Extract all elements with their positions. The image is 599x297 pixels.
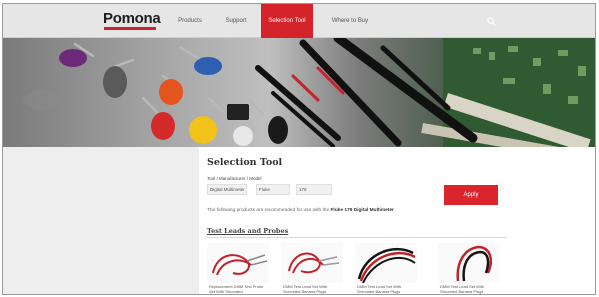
product-card[interactable]: Replacement DMM Test Probe Set With Shro…	[207, 243, 269, 294]
test-lead-set-image	[281, 243, 343, 283]
product-caption: Replacement DMM Test Probe Set With Shro…	[209, 284, 264, 294]
search-icon[interactable]	[487, 17, 496, 26]
probe-set-image	[207, 243, 269, 283]
site-header: Pomona Products Support Selection Tool W…	[3, 4, 595, 38]
logo-text: Pomona	[103, 10, 161, 27]
section-divider	[207, 237, 507, 238]
page-title: Selection Tool	[207, 157, 283, 168]
hero-banner-image	[3, 38, 595, 147]
product-caption: DMM Test Lead Set With Shrouded Banana P…	[440, 284, 485, 294]
logo-tagline-bar	[104, 27, 156, 30]
tool-field-label: Tool / Manufacturer / Model	[207, 176, 262, 181]
test-leads-photo	[23, 38, 595, 147]
product-card[interactable]: DMM Test Lead Set With Shrouded Banana P…	[355, 243, 417, 294]
model-select[interactable]: 179	[296, 184, 332, 195]
test-lead-set-image	[355, 243, 417, 283]
nav-products[interactable]: Products	[173, 4, 207, 38]
pomona-logo[interactable]: Pomona	[103, 10, 161, 34]
apply-button[interactable]: Apply	[444, 185, 498, 205]
product-grid: Replacement DMM Test Probe Set With Shro…	[207, 243, 507, 294]
recommendation-text: The following products are recommended f…	[207, 208, 394, 213]
section-title-test-leads[interactable]: Test Leads and Probes	[207, 227, 288, 235]
product-caption: DMM Test Lead Set With Shrouded Banana P…	[283, 284, 328, 294]
product-caption: DMM Test Lead Set With Shrouded Banana P…	[357, 284, 402, 294]
recommended-product-name[interactable]: Fluke 179 Digital Multimeter	[330, 208, 393, 213]
nav-support[interactable]: Support	[219, 4, 253, 38]
product-card[interactable]: DMM Test Lead Set With Shrouded Banana P…	[281, 243, 343, 294]
nav-selection-tool[interactable]: Selection Tool	[261, 4, 313, 38]
browser-frame: Pomona Products Support Selection Tool W…	[2, 3, 596, 295]
recommendation-prefix: The following products are recommended f…	[207, 208, 330, 213]
nav-where-to-buy[interactable]: Where to Buy	[325, 4, 375, 38]
test-lead-set-image	[438, 243, 500, 283]
tool-type-select[interactable]: Digital Multimeter	[207, 184, 247, 195]
product-card[interactable]: DMM Test Lead Set With Shrouded Banana P…	[438, 243, 500, 294]
selection-tool-content: Selection Tool Tool / Manufacturer / Mod…	[199, 147, 595, 294]
left-sidebar	[3, 147, 199, 294]
manufacturer-select[interactable]: Fluke	[256, 184, 290, 195]
